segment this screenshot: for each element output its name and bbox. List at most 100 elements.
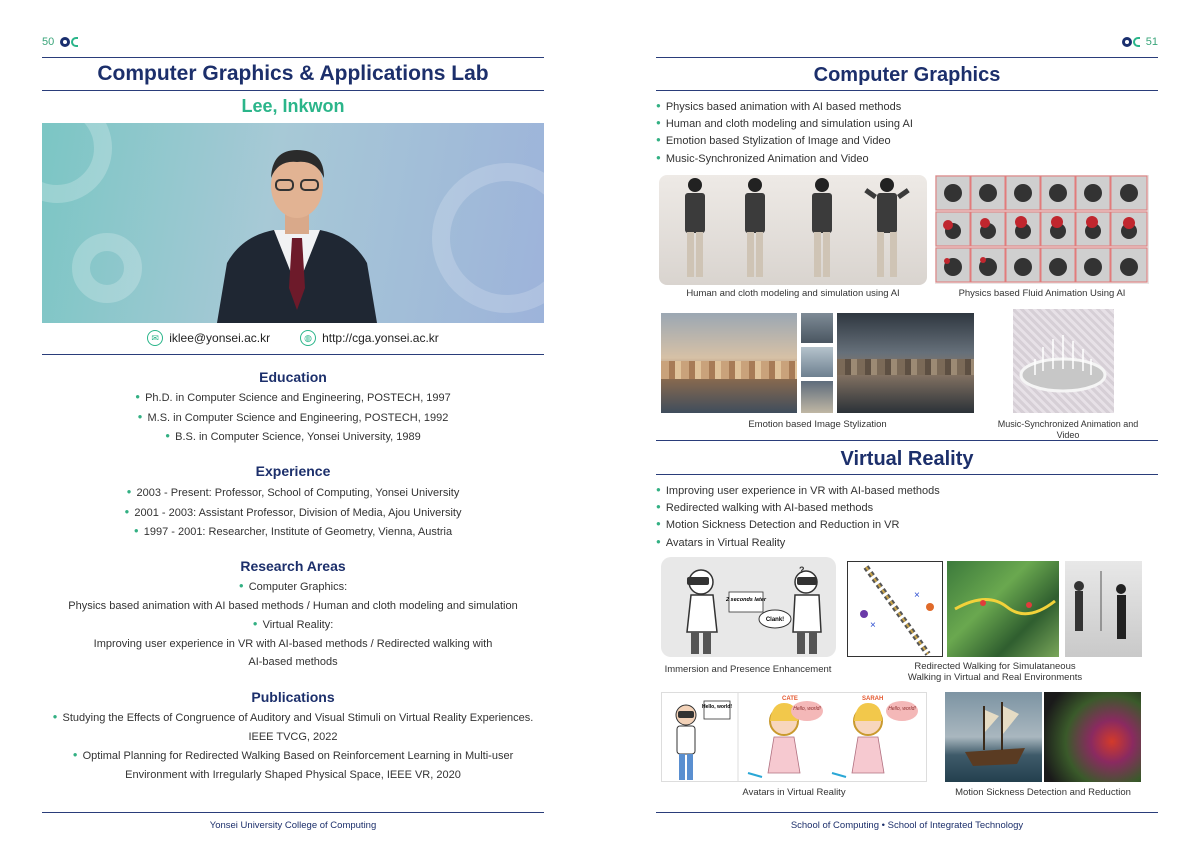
clank-text: Clank!	[766, 617, 784, 623]
seconds-later-text: 2 seconds later	[725, 597, 767, 603]
immersion-caption: Immersion and Presence Enhancement	[664, 664, 832, 675]
vr-list: ● Improving user experience in VR with AI…	[656, 482, 940, 551]
hello-bubble-cate: Hello, world!	[793, 706, 821, 712]
education-item: ● Ph.D. in Computer Science and Engineeri…	[135, 392, 451, 404]
hello-bubble-left: Hello, world!	[702, 704, 732, 710]
cg-list: ● Physics based animation with AI based m…	[656, 98, 913, 167]
research-vr-label: Virtual Reality:	[262, 619, 334, 631]
hello-bubble-sarah: Hello, world!	[888, 706, 916, 712]
publication-1-line2: IEEE TVCG, 2022	[248, 730, 338, 743]
lab-title: Computer Graphics & Applications Lab	[97, 62, 489, 85]
website-link[interactable]: ◍ http://cga.yonsei.ac.kr	[300, 330, 439, 346]
research-vr-text1: Improving user experience in VR with AI-…	[93, 637, 493, 650]
human-cloth-figures	[685, 178, 910, 277]
right-footer: School of Computing • School of Integrat…	[790, 820, 1024, 831]
svg-text:×: ×	[914, 590, 920, 601]
redirected-real-photo	[1065, 561, 1142, 657]
redirected-diagram: × ×	[847, 561, 943, 657]
vr-item: ● Improving user experience in VR with AI…	[656, 485, 940, 497]
fluid-caption: Physics based Fluid Animation Using AI	[958, 288, 1126, 299]
experience-list: ● 2003 - Present: Professor, School of Co…	[42, 483, 544, 542]
publications-list: ● Studying the Effects of Congruence of A…	[42, 708, 544, 784]
motion-blur-image	[1044, 692, 1141, 782]
human-cloth-caption: Human and cloth modeling and simulation …	[686, 288, 900, 299]
contact-bar: ✉ iklee@yonsei.ac.kr ◍ http://cga.yonsei…	[42, 330, 544, 346]
immersion-comic: 2 seconds later Clank! ?	[686, 565, 822, 654]
motion-caption: Motion Sickness Detection and Reduction	[955, 787, 1131, 798]
cg-item: ● Physics based animation with AI based m…	[656, 101, 902, 113]
vr-rule	[656, 474, 1158, 475]
human-cloth-image	[659, 175, 927, 285]
research-cg-label: Computer Graphics:	[248, 581, 348, 593]
experience-heading: Experience	[255, 463, 331, 479]
portrait-photo	[42, 123, 544, 323]
virtual-map-path	[954, 598, 1056, 616]
stylization-image-original	[661, 313, 797, 413]
motion-ship-image	[945, 692, 1042, 782]
footer-rule	[656, 812, 1158, 813]
cg-item: ● Emotion based Stylization of Image and …	[656, 135, 891, 148]
research-list: ● Computer Graphics: Physics based animat…	[42, 577, 544, 672]
stylization-caption: Emotion based Image Stylization	[748, 419, 887, 430]
mail-icon: ✉	[147, 330, 164, 346]
question-mark: ?	[799, 565, 805, 575]
professor-figure	[217, 150, 377, 323]
research-heading: Research Areas	[240, 558, 346, 574]
avatars-comic: Hello, world! CATE Hello, world! SARAH H…	[675, 693, 918, 781]
title-rule	[42, 90, 544, 91]
vr-heading: Virtual Reality	[840, 448, 974, 470]
redirected-virtual-map	[947, 561, 1059, 657]
education-item: ● B.S. in Computer Science, Yonsei Univer…	[165, 431, 421, 443]
stylization-thumb-3	[801, 381, 833, 413]
stylization-thumb-2	[801, 347, 833, 377]
cg-rule	[656, 90, 1158, 91]
experience-item: ● 1997 - 2001: Researcher, Institute of G…	[133, 526, 453, 538]
music-fountain-image	[1013, 309, 1114, 413]
vr-item: ● Motion Sickness Detection and Reduction…	[656, 519, 900, 532]
education-heading: Education	[259, 369, 327, 385]
right-page-number: 51	[1121, 36, 1158, 48]
cate-label: CATE	[782, 696, 798, 702]
vr-item: ● Redirected walking with AI-based method…	[656, 502, 874, 515]
real-room-figures	[1074, 571, 1126, 639]
fluid-image	[935, 175, 1149, 284]
publication-1-line1: Studying the Effects of Congruence of Au…	[62, 712, 534, 724]
right-page: 51 Computer Graphics ● Physics based anim…	[600, 0, 1200, 848]
publication-2-line1: Optimal Planning for Redirected Walking …	[82, 750, 514, 762]
stylization-thumb-1	[801, 313, 833, 343]
research-cg-text: Physics based animation with AI based me…	[68, 599, 518, 612]
top-rule	[42, 57, 544, 58]
vr-item: ● Avatars in Virtual Reality	[656, 536, 786, 549]
immersion-image: 2 seconds later Clank! ?	[661, 557, 836, 657]
cg-item: ● Music-Synchronized Animation and Video	[656, 152, 869, 165]
sarah-label: SARAH	[862, 696, 883, 702]
cg-heading: Computer Graphics	[813, 64, 1001, 86]
person-name: Lee, Inkwon	[241, 96, 345, 116]
left-footer: Yonsei University College of Computing	[209, 820, 377, 831]
music-caption: Music-Synchronized Animation and Video	[997, 419, 1139, 440]
avatars-image: Hello, world! CATE Hello, world! SARAH H…	[661, 692, 927, 782]
brand-logo-icon	[60, 37, 79, 47]
research-vr-text2: AI-based methods	[248, 656, 338, 668]
email-link[interactable]: ✉ iklee@yonsei.ac.kr	[147, 330, 270, 346]
globe-icon: ◍	[300, 330, 317, 346]
education-item: ● M.S. in Computer Science and Engineerin…	[137, 411, 449, 424]
stylization-image-result	[837, 313, 974, 413]
fountain-figure	[1019, 335, 1107, 393]
top-rule	[656, 57, 1158, 58]
brand-logo-icon	[1121, 37, 1140, 47]
redirected-caption-line1: Redirected Walking for Simulataneous	[914, 661, 1076, 672]
redirected-caption-line2: Walking in Virtual and Real Environments	[907, 672, 1083, 683]
fluid-grid	[935, 175, 1148, 283]
contact-rule	[42, 354, 544, 355]
left-page: 50 Computer Graphics & Applications Lab …	[0, 0, 600, 848]
vr-top-rule	[656, 440, 1158, 441]
svg-text:×: ×	[870, 620, 876, 631]
left-page-number: 50	[42, 36, 79, 48]
publication-2-line2: Environment with Irregularly Shaped Phys…	[125, 768, 461, 781]
cg-item: ● Human and cloth modeling and simulation…	[656, 118, 913, 131]
experience-item: ● 2001 - 2003: Assistant Professor, Divis…	[124, 506, 462, 519]
ship-figure	[965, 702, 1025, 766]
education-list: ● Ph.D. in Computer Science and Engineeri…	[42, 388, 544, 447]
redirected-path: × ×	[860, 565, 934, 656]
